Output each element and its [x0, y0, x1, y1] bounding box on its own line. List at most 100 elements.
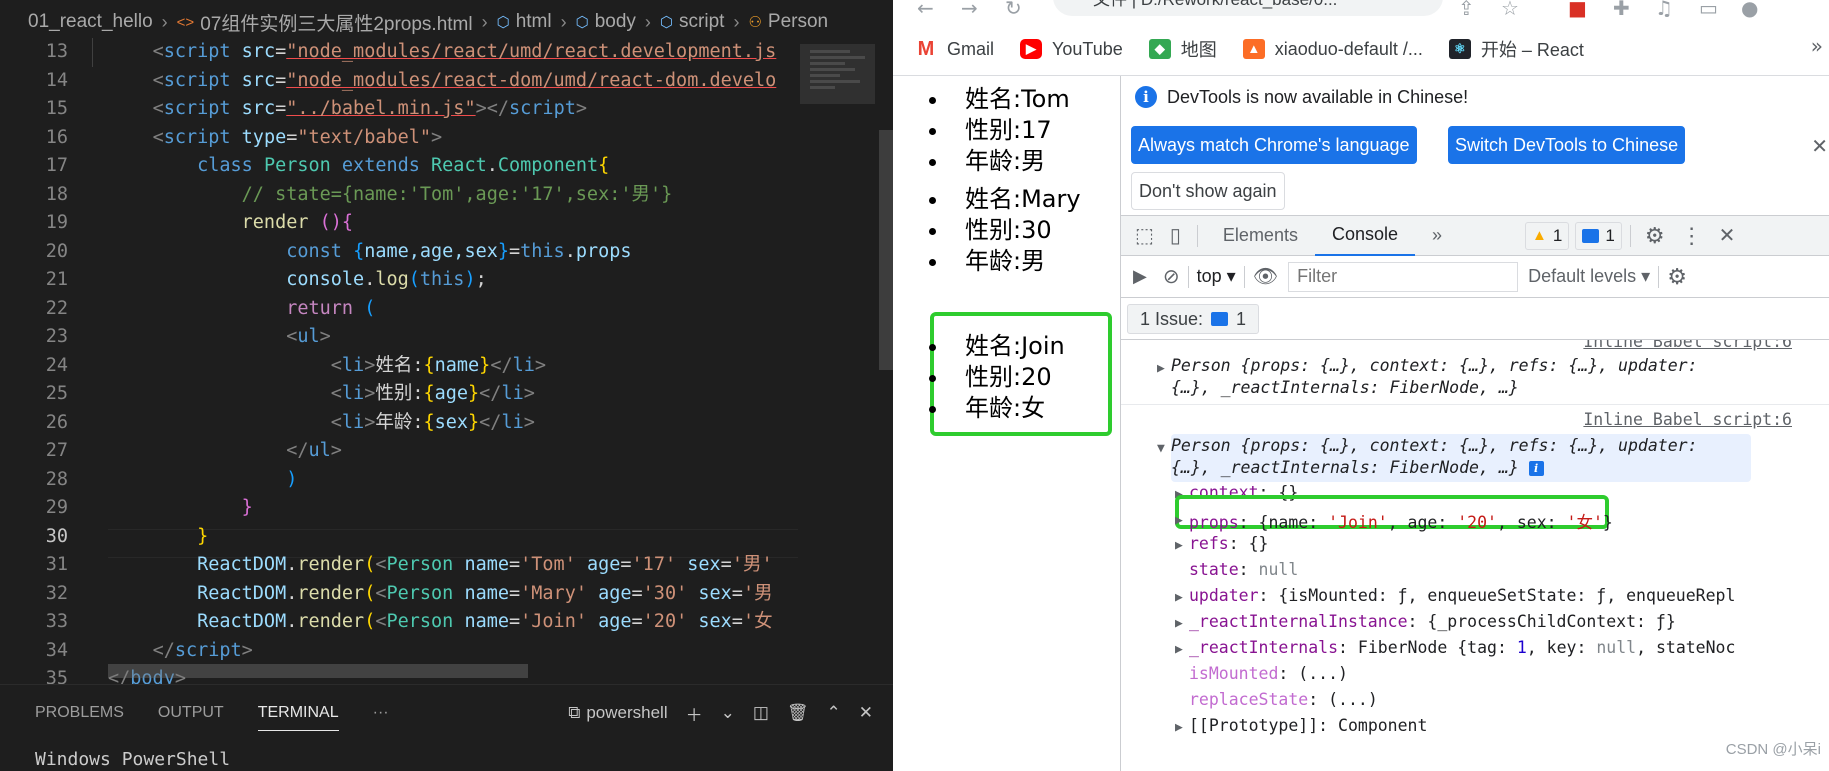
media-icon[interactable]: ♫: [1655, 0, 1673, 20]
issues-button[interactable]: 1 Issue: 1: [1127, 304, 1260, 334]
code-line-33: 33 ReactDOM.render(<Person name='Join' a…: [45, 611, 773, 632]
html-file-icon: <>: [176, 13, 195, 31]
extensions-puzzle-icon[interactable]: ✚: [1613, 0, 1630, 20]
match-language-button[interactable]: Always match Chrome's language: [1131, 126, 1417, 164]
bookmark-xiaoduo[interactable]: ▲ xiaoduo-default /...: [1242, 39, 1423, 60]
expand-triangle-icon[interactable]: ▶: [1175, 538, 1183, 553]
tab-problems[interactable]: PROBLEMS: [0, 685, 141, 741]
close-icon[interactable]: ✕: [1719, 223, 1736, 248]
context-selector[interactable]: top ▾: [1197, 266, 1236, 287]
dont-show-again-button[interactable]: Don't show again: [1131, 172, 1285, 210]
inspect-icon[interactable]: ⬚: [1135, 223, 1154, 248]
profile-icon[interactable]: ●: [1741, 0, 1758, 20]
reload-icon[interactable]: ↻: [1005, 0, 1022, 20]
info-icon[interactable]: i: [1528, 461, 1544, 476]
prop-prototype[interactable]: ▶ [[Prototype]]: Component: [1175, 716, 1427, 735]
breadcrumb-body[interactable]: ⬡ body: [576, 11, 636, 33]
tab-output[interactable]: OUTPUT: [141, 685, 241, 741]
page-content: 姓名:Tom 性别:17 年龄:男 姓名:Mary 性别:30 年龄:男 姓名:…: [893, 76, 1120, 771]
breadcrumb-file[interactable]: <> 07组件实例三大属性2props.html: [177, 9, 473, 36]
breadcrumb-script[interactable]: ⬡ script: [660, 11, 725, 33]
back-icon[interactable]: ←: [917, 0, 934, 20]
list-item: 年龄:男: [929, 246, 1081, 277]
code-line-31: 31 ReactDOM.render(<Person name='Tom' ag…: [45, 554, 773, 575]
more-tabs-button[interactable]: »: [1415, 216, 1459, 256]
forward-icon[interactable]: →: [961, 0, 978, 20]
source-link[interactable]: Inline Babel script:6: [1583, 410, 1792, 429]
source-link[interactable]: Inline Babel script:6: [1583, 340, 1792, 351]
extension-icon[interactable]: ■: [1568, 0, 1587, 20]
prop-refs[interactable]: ▶ refs: {}: [1175, 534, 1269, 553]
code-line-20: 20 const {name,age,sex}=this.props: [45, 240, 632, 262]
filter-input[interactable]: [1288, 261, 1519, 292]
gear-icon[interactable]: ⚙: [1645, 223, 1665, 249]
expand-triangle-icon[interactable]: ▶: [1175, 513, 1183, 528]
add-terminal-icon[interactable]: ＋: [686, 701, 703, 726]
code-line-13: 13 <script src="node_modules/react/umd/r…: [0, 38, 800, 67]
close-icon[interactable]: ✕: [859, 703, 873, 723]
prop-props[interactable]: ▶ props: {name: 'Join', age: '20', sex: '…: [1175, 509, 1613, 533]
tab-elements[interactable]: Elements: [1206, 216, 1315, 256]
window-icon[interactable]: ▭: [1699, 0, 1718, 20]
expand-triangle-icon[interactable]: ▶: [1175, 720, 1183, 735]
horizontal-scrollbar[interactable]: [108, 664, 528, 678]
prop-state[interactable]: state: null: [1189, 560, 1298, 579]
gear-icon[interactable]: ⚙: [1667, 264, 1687, 290]
prop-replace-state[interactable]: replaceState: (...): [1189, 690, 1378, 709]
tab-terminal[interactable]: TERMINAL: [241, 685, 356, 741]
breadcrumb-html[interactable]: ⬡ html: [497, 11, 552, 33]
address-bar[interactable]: 文件 | D:/Rework/react_base/0...: [1053, 0, 1443, 16]
expand-triangle-icon[interactable]: ▶: [1175, 616, 1183, 631]
close-icon[interactable]: ✕: [1811, 134, 1828, 158]
trash-icon[interactable]: 🗑: [787, 703, 809, 723]
bookmark-youtube[interactable]: ▶ YouTube: [1020, 39, 1123, 60]
dropdown-icon: ▾: [1641, 266, 1651, 286]
prop-react-internal-instance[interactable]: ▶ _reactInternalInstance: {_processChildC…: [1175, 612, 1676, 631]
chevron-right-icon: ›: [481, 11, 488, 32]
prop-react-internals[interactable]: ▶ _reactInternals: FiberNode {tag: 1, key…: [1175, 638, 1735, 657]
prop-is-mounted[interactable]: isMounted: (...): [1189, 664, 1348, 683]
console-output[interactable]: Inline Babel script:6 ▶ Person {props: {……: [1121, 340, 1829, 771]
language-notice: i DevTools is now available in Chinese! …: [1121, 76, 1829, 216]
eye-icon[interactable]: 👁: [1253, 264, 1278, 289]
chevron-right-icon: ›: [733, 11, 740, 32]
bookmark-react[interactable]: ⚛ 开始 – React: [1448, 36, 1584, 62]
tab-console[interactable]: Console: [1314, 216, 1416, 256]
prop-updater[interactable]: ▶ updater: {isMounted: ƒ, enqueueSetState…: [1175, 586, 1735, 605]
clear-console-icon[interactable]: ⊘: [1163, 264, 1180, 289]
chevron-down-icon[interactable]: ⌄: [721, 703, 735, 723]
more-actions-button[interactable]: ···: [356, 685, 406, 741]
chevron-up-icon[interactable]: ⌃: [827, 703, 841, 723]
terminal-selector[interactable]: ⧉ powershell: [568, 703, 667, 723]
messages-badge[interactable]: 1: [1575, 221, 1622, 250]
sidebar-toggle-icon[interactable]: ▶: [1133, 266, 1147, 287]
share-icon[interactable]: ⇪: [1458, 0, 1475, 20]
code-line-26: 26 <li>年龄:{sex}</li>: [45, 411, 535, 433]
expand-triangle-icon[interactable]: ▶: [1175, 642, 1183, 657]
terminal-output[interactable]: Windows PowerShell: [35, 749, 230, 770]
element-icon: ⬡: [659, 14, 674, 31]
vertical-scrollbar[interactable]: [879, 130, 893, 370]
breadcrumb-person[interactable]: ⚇ Person: [748, 11, 828, 33]
console-log-2[interactable]: ▼ Person {props: {…}, context: {…}, refs:…: [1157, 436, 1698, 456]
bookmarks-more-button[interactable]: »: [1811, 34, 1823, 58]
browser-toolbar: ← → ↻ 文件 | D:/Rework/react_base/0... ⇪ ☆…: [893, 0, 1829, 76]
code-line-17: 17 class Person extends React.Component{: [45, 155, 610, 176]
console-log-1[interactable]: ▶ Person {props: {…}, context: {…}, refs:…: [1157, 356, 1698, 376]
log-levels-dropdown[interactable]: Default levels ▾: [1528, 266, 1650, 287]
device-toolbar-icon[interactable]: ▯: [1170, 223, 1181, 248]
expand-triangle-icon[interactable]: ▶: [1175, 590, 1183, 605]
breadcrumb-project[interactable]: 01_react_hello: [28, 11, 153, 33]
switch-chinese-button[interactable]: Switch DevTools to Chinese: [1448, 126, 1686, 164]
collapse-triangle-icon[interactable]: ▼: [1157, 441, 1165, 456]
more-options-icon[interactable]: ⋮: [1681, 223, 1703, 249]
warnings-badge[interactable]: ▲ 1: [1525, 221, 1570, 250]
star-icon[interactable]: ☆: [1501, 0, 1519, 20]
expand-triangle-icon[interactable]: ▶: [1157, 361, 1165, 376]
info-icon: i: [1135, 86, 1157, 108]
terminal-icon: ⧉: [568, 703, 581, 722]
bookmark-maps[interactable]: ◆ 地图: [1148, 36, 1217, 62]
bookmark-gmail[interactable]: M Gmail: [915, 39, 994, 60]
code-editor[interactable]: 13 <script src="node_modules/react/umd/r…: [0, 38, 893, 689]
split-terminal-icon[interactable]: ◫: [753, 703, 769, 723]
